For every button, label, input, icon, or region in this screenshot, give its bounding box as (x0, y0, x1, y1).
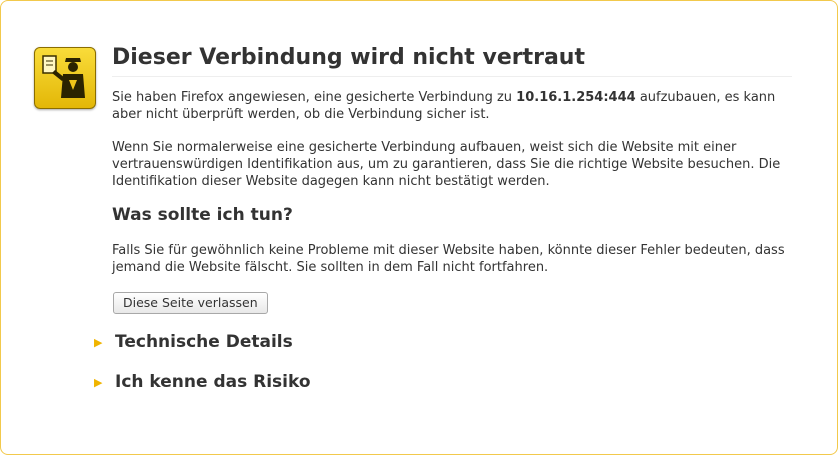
error-page-container: Dieser Verbindung wird nicht vertraut Si… (0, 0, 838, 455)
leave-page-button[interactable]: Diese Seite verlassen (113, 292, 268, 314)
what-heading: Was sollte ich tun? (112, 205, 293, 225)
host-address: 10.16.1.254:444 (516, 90, 636, 105)
expander-label: Technische Details (115, 332, 293, 352)
page-title: Dieser Verbindung wird nicht vertraut (112, 45, 792, 77)
understand-risks-expander[interactable]: ▶ Ich kenne das Risiko (94, 372, 311, 392)
expander-label: Ich kenne das Risiko (115, 372, 311, 392)
explanation-text: Wenn Sie normalerweise eine gesicherte V… (112, 140, 781, 189)
intro-text: Sie haben Firefox angewiesen, eine gesic… (112, 89, 792, 123)
technical-details-expander[interactable]: ▶ Technische Details (94, 332, 293, 352)
triangle-right-icon: ▶ (94, 375, 103, 389)
what-text: Falls Sie für gewöhnlich keine Probleme … (112, 243, 785, 275)
triangle-right-icon: ▶ (94, 335, 103, 349)
security-officer-icon (34, 47, 96, 109)
intro-prefix: Sie haben Firefox angewiesen, eine gesic… (112, 90, 517, 105)
